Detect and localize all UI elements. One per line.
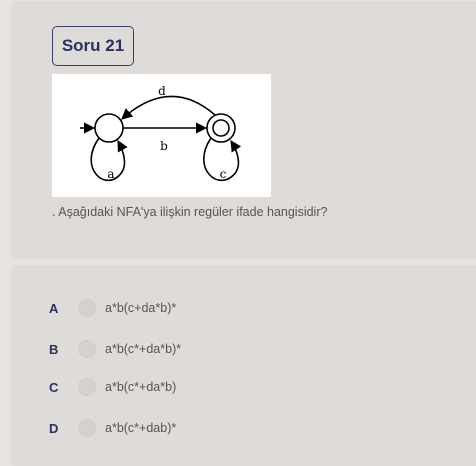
label-c: c xyxy=(220,167,227,181)
option-text: a*b(c*+da*b)* xyxy=(105,342,182,356)
radio-button[interactable] xyxy=(78,299,96,317)
transition-d xyxy=(121,95,216,120)
label-d: d xyxy=(158,84,166,98)
answers-card: A a*b(c+da*b)* B a*b(c*+da*b)* C a*b(c*+… xyxy=(12,266,476,466)
option-letter: C xyxy=(49,379,59,395)
question-text: . Aşağıdaki NFA'ya ilişkin regüler ifade… xyxy=(52,205,328,219)
radio-button[interactable] xyxy=(78,419,96,437)
option-c[interactable]: C a*b(c*+da*b) xyxy=(12,375,312,399)
radio-button[interactable] xyxy=(78,340,96,358)
option-letter: B xyxy=(49,341,59,357)
state-final-outer xyxy=(206,113,236,143)
state-start xyxy=(94,113,124,143)
option-letter: D xyxy=(49,420,59,436)
question-card: Soru 21 d b a c . Aşağıdaki NFA'ya ilişk… xyxy=(12,2,476,258)
nfa-diagram-svg: d b a c xyxy=(80,84,242,182)
option-text: a*b(c+da*b)* xyxy=(105,301,177,315)
option-text: a*b(c*+da*b) xyxy=(105,380,177,394)
radio-button[interactable] xyxy=(78,378,96,396)
option-d[interactable]: D a*b(c*+dab)* xyxy=(12,416,312,440)
option-b[interactable]: B a*b(c*+da*b)* xyxy=(12,337,312,361)
nfa-diagram: d b a c xyxy=(52,74,271,197)
option-text: a*b(c*+dab)* xyxy=(105,421,177,435)
question-number-badge: Soru 21 xyxy=(52,26,134,66)
label-b: b xyxy=(160,139,168,153)
option-a[interactable]: A a*b(c+da*b)* xyxy=(12,296,312,320)
option-letter: A xyxy=(49,300,59,316)
label-a: a xyxy=(107,167,114,181)
